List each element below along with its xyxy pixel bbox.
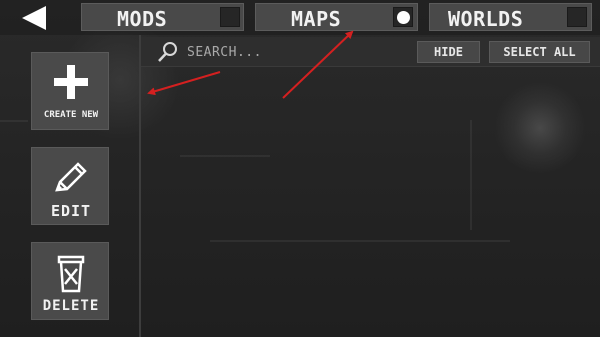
- create-new-button[interactable]: CREATE NEW: [31, 52, 109, 130]
- maps-list-area: [141, 68, 600, 337]
- tab-mods-label: MODS: [117, 7, 168, 31]
- back-arrow-icon: [22, 6, 46, 30]
- edit-label: EDIT: [50, 202, 92, 220]
- search-input[interactable]: [187, 42, 407, 62]
- select-all-button[interactable]: SELECT ALL: [489, 41, 590, 63]
- delete-button[interactable]: DELETE: [31, 242, 109, 320]
- app-screen: MODS MAPS WORLDS CREATE NEW EDIT DELETE …: [0, 0, 600, 337]
- tab-maps[interactable]: MAPS: [255, 3, 418, 31]
- hide-button[interactable]: HIDE: [417, 41, 480, 63]
- search-bar: HIDE SELECT ALL: [141, 37, 600, 67]
- plus-icon: [32, 64, 110, 100]
- selected-dot-icon: [397, 11, 410, 24]
- background-detail: [0, 120, 28, 122]
- tab-mods[interactable]: MODS: [81, 3, 244, 31]
- tab-maps-checkbox: [393, 7, 413, 27]
- tab-worlds-label: WORLDS: [448, 7, 524, 31]
- pencil-icon: [32, 160, 110, 196]
- edit-button[interactable]: EDIT: [31, 147, 109, 225]
- trash-icon: [32, 254, 110, 294]
- top-bar: MODS MAPS WORLDS: [0, 0, 600, 35]
- search-icon: [157, 41, 179, 67]
- create-new-label: CREATE NEW: [43, 110, 99, 120]
- tab-mods-checkbox: [220, 7, 240, 27]
- tab-maps-label: MAPS: [291, 7, 342, 31]
- tab-worlds[interactable]: WORLDS: [429, 3, 592, 31]
- delete-label: DELETE: [42, 298, 100, 314]
- back-button[interactable]: [22, 6, 50, 30]
- tab-worlds-checkbox: [567, 7, 587, 27]
